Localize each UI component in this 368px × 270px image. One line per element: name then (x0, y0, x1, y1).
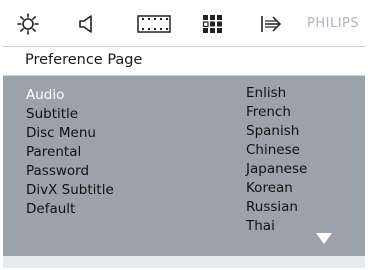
status-bar (3, 256, 365, 268)
option-korean[interactable]: Korean (246, 179, 307, 198)
menu-item-default[interactable]: Default (26, 200, 114, 219)
preference-setup-icon[interactable] (202, 13, 224, 35)
option-russian[interactable]: Russian (246, 198, 307, 217)
page-title: Preference Page (25, 52, 143, 68)
option-english[interactable]: Enlish (246, 84, 307, 103)
option-french[interactable]: French (246, 103, 307, 122)
menu-list: Audio Subtitle Disc Menu Parental Passwo… (26, 86, 114, 219)
option-spanish[interactable]: Spanish (246, 122, 307, 141)
audio-setup-icon[interactable] (78, 13, 96, 35)
menu-item-disc-menu[interactable]: Disc Menu (26, 124, 114, 143)
option-thai[interactable]: Thai (246, 217, 307, 236)
general-setup-icon[interactable] (17, 13, 39, 35)
menu-item-audio[interactable]: Audio (26, 86, 114, 105)
scroll-down-arrow-icon[interactable] (316, 233, 332, 244)
menu-item-subtitle[interactable]: Subtitle (26, 105, 114, 124)
video-setup-icon[interactable] (137, 13, 171, 35)
settings-panel: Audio Subtitle Disc Menu Parental Passwo… (3, 76, 365, 256)
menu-item-parental[interactable]: Parental (26, 143, 114, 162)
page-title-bar: Preference Page (3, 46, 365, 76)
menu-item-divx-subtitle[interactable]: DivX Subtitle (26, 181, 114, 200)
exit-icon[interactable] (260, 13, 282, 35)
option-chinese[interactable]: Chinese (246, 141, 307, 160)
setup-menu-screen: PHILIPS Preference Page Audio Subtitle D… (3, 0, 365, 268)
menu-item-password[interactable]: Password (26, 162, 114, 181)
brand-logo: PHILIPS (307, 16, 360, 31)
option-japanese[interactable]: Japanese (246, 160, 307, 179)
toolbar: PHILIPS (3, 0, 365, 46)
language-options-list: Enlish French Spanish Chinese Japanese K… (246, 84, 307, 236)
